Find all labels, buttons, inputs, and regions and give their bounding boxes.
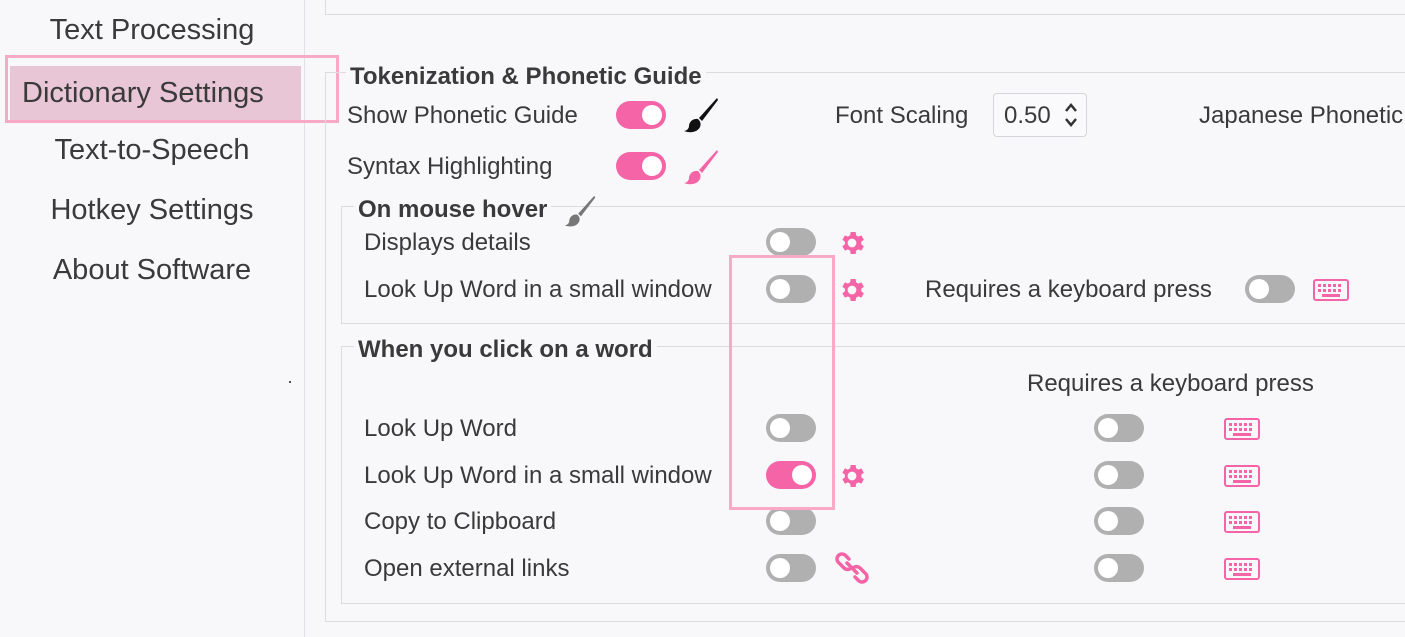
click-lookup-small-label: Look Up Word in a small window [364, 462, 712, 489]
brush-icon[interactable] [683, 148, 719, 186]
hover-requires-keyboard-toggle[interactable] [1245, 275, 1295, 303]
font-scaling-spinbox[interactable]: 0.50 [993, 93, 1087, 137]
sidebar-item-dictionary-settings[interactable]: Dictionary Settings [10, 66, 301, 121]
keyboard-icon[interactable] [1224, 511, 1260, 533]
japanese-phonetic-label: Japanese Phonetic [1199, 102, 1404, 129]
brush-icon[interactable] [683, 96, 719, 134]
brush-icon[interactable] [563, 194, 597, 228]
click-lookup-word-label: Look Up Word [364, 415, 517, 442]
show-phonetic-guide-label: Show Phonetic Guide [347, 102, 578, 129]
hover-lookup-small-label: Look Up Word in a small window [364, 276, 712, 303]
mouse-hover-title: On mouse hover [354, 196, 552, 224]
show-phonetic-guide-toggle[interactable] [616, 101, 666, 129]
main-content: Tokenization & Phonetic Guide Show Phone… [305, 0, 1405, 637]
link-icon[interactable] [835, 551, 869, 585]
font-scaling-label: Font Scaling [835, 102, 969, 129]
displays-details-toggle[interactable] [766, 228, 816, 256]
keyboard-icon[interactable] [1224, 558, 1260, 580]
sidebar-item-hotkey-settings[interactable]: Hotkey Settings [0, 194, 304, 227]
spin-arrows-icon[interactable] [1064, 99, 1078, 131]
click-copy-clipboard-label: Copy to Clipboard [364, 508, 557, 535]
click-lookup-word-toggle[interactable] [766, 414, 816, 442]
keyboard-icon[interactable] [1224, 418, 1260, 440]
click-copy-clipboard-toggle[interactable] [766, 507, 816, 535]
gear-icon[interactable] [837, 228, 867, 258]
displays-details-label: Displays details [364, 229, 531, 256]
sidebar-item-about-software[interactable]: About Software [0, 254, 304, 287]
keyboard-icon[interactable] [1313, 279, 1349, 301]
click-requires-keyboard-header: Requires a keyboard press [1027, 370, 1314, 397]
click-lookup-small-toggle[interactable] [766, 461, 816, 489]
hover-requires-keyboard-label: Requires a keyboard press [925, 276, 1212, 303]
click-copy-clipboard-keyboard-toggle[interactable] [1094, 507, 1144, 535]
tokenization-title: Tokenization & Phonetic Guide [346, 63, 706, 91]
font-scaling-value: 0.50 [1004, 102, 1051, 129]
sidebar: Text Processing Dictionary Settings Text… [0, 0, 305, 637]
click-open-links-label: Open external links [364, 555, 570, 582]
keyboard-icon[interactable] [1224, 465, 1260, 487]
sidebar-item-text-to-speech[interactable]: Text-to-Speech [0, 134, 304, 167]
stray-dot [289, 381, 291, 383]
hover-lookup-small-toggle[interactable] [766, 275, 816, 303]
click-lookup-word-keyboard-toggle[interactable] [1094, 414, 1144, 442]
click-word-title: When you click on a word [354, 336, 657, 364]
gear-icon[interactable] [837, 461, 867, 491]
click-open-links-keyboard-toggle[interactable] [1094, 554, 1144, 582]
click-open-links-toggle[interactable] [766, 554, 816, 582]
click-lookup-small-keyboard-toggle[interactable] [1094, 461, 1144, 489]
gear-icon[interactable] [837, 275, 867, 305]
previous-group-frame [325, 0, 1405, 15]
syntax-highlighting-toggle[interactable] [616, 152, 666, 180]
sidebar-item-text-processing[interactable]: Text Processing [0, 14, 304, 47]
syntax-highlighting-label: Syntax Highlighting [347, 153, 553, 180]
